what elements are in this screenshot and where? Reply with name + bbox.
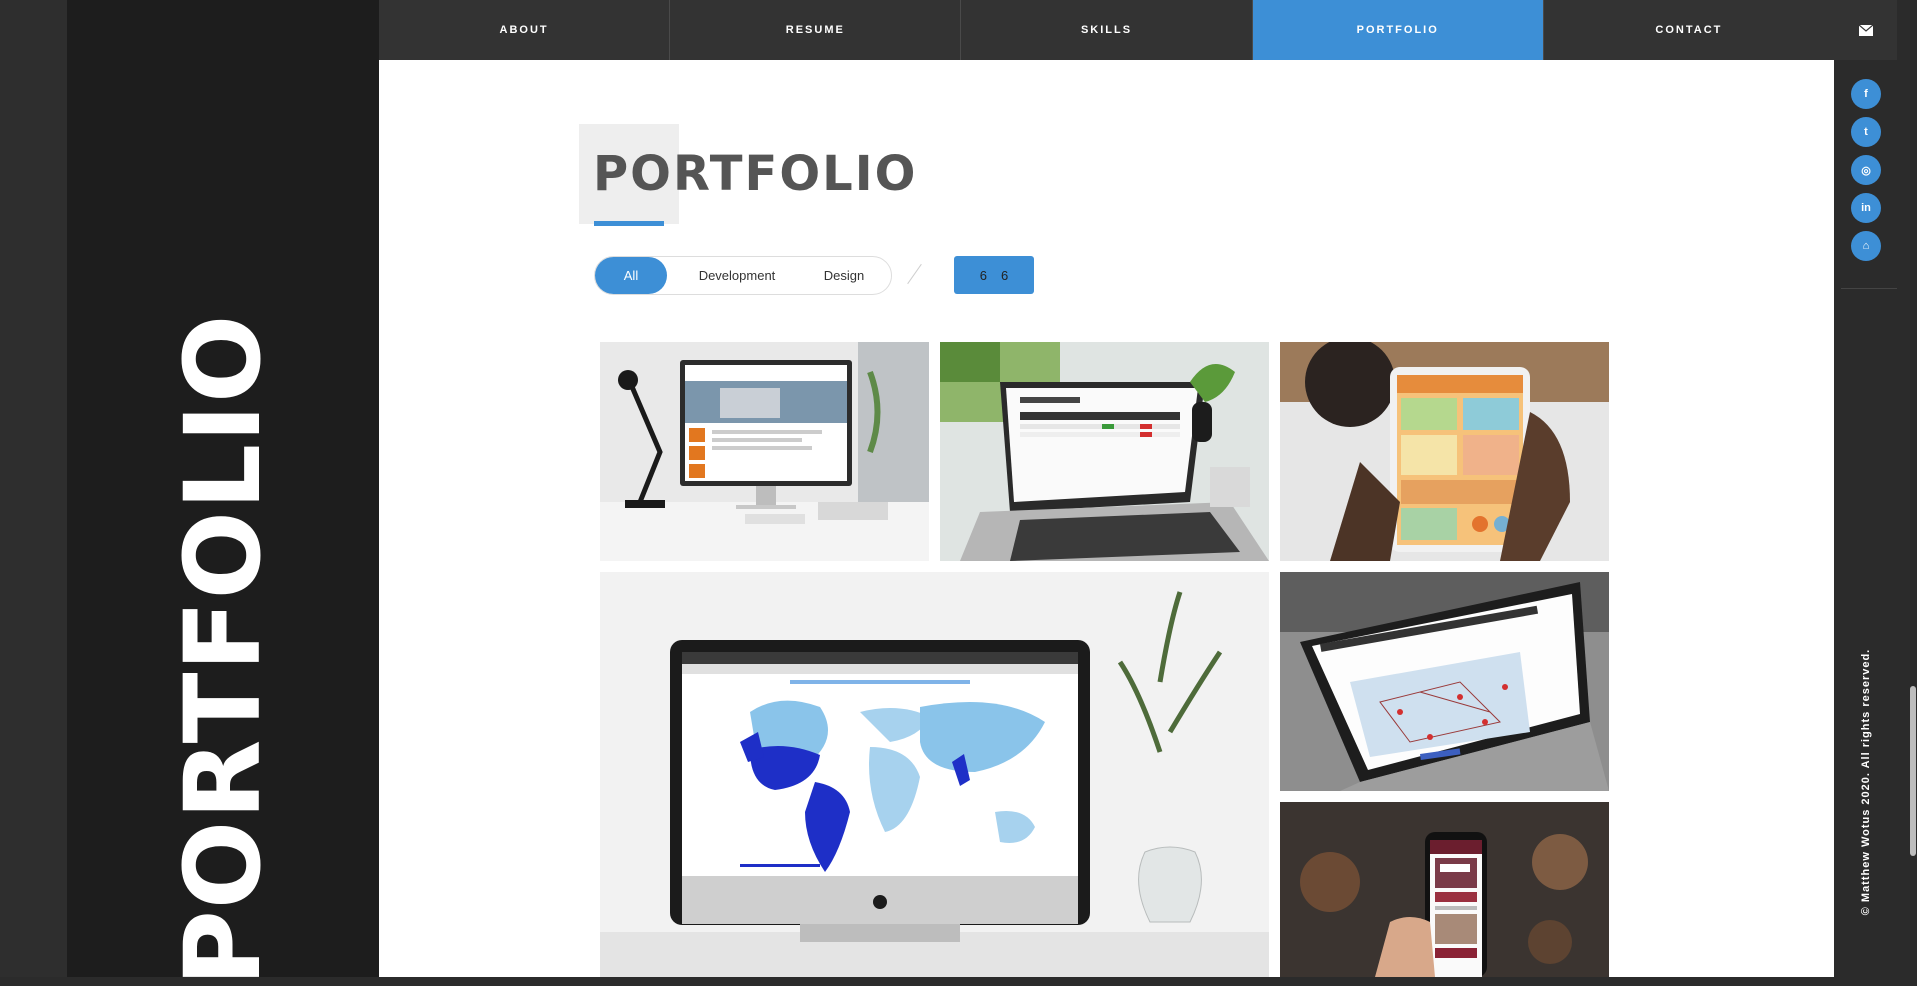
portfolio-item-student-grade-table[interactable] (940, 342, 1269, 561)
counter-current: 6 (979, 267, 987, 283)
portfolio-filter-group: All Development Design (594, 256, 892, 295)
item-counter: 6 6 (954, 256, 1034, 294)
filter-all[interactable]: All (595, 257, 667, 294)
mobile-website-on-phone-image (1280, 802, 1609, 977)
nav-about[interactable]: ABOUT (379, 0, 671, 60)
portfolio-item-capitol-website[interactable] (600, 342, 929, 561)
capitol-website-on-desktop-image (600, 342, 929, 561)
envelope-icon (1858, 24, 1873, 36)
scrollbar-thumb[interactable] (1910, 686, 1916, 856)
nav-portfolio[interactable]: PORTFOLIO (1252, 0, 1544, 60)
infographic-on-tablet-image (1280, 342, 1609, 561)
portfolio-item-mobile-website[interactable] (1280, 802, 1609, 977)
title-underline (594, 221, 664, 226)
filter-design[interactable]: Design (801, 257, 887, 294)
portfolio-item-campaign-travel-map[interactable] (1280, 572, 1609, 791)
instagram-icon[interactable]: ◎ (1851, 155, 1881, 185)
page-title: PORTFOLIO (593, 146, 918, 202)
facebook-icon[interactable]: f (1851, 79, 1881, 109)
side-vertical-title: PORTFOLIO (162, 313, 284, 986)
student-grade-table-on-laptop-image (940, 342, 1269, 561)
github-icon[interactable]: ⌂ (1851, 231, 1881, 261)
nav-resume[interactable]: RESUME (670, 0, 962, 60)
twitter-icon[interactable]: t (1851, 117, 1881, 147)
linkedin-icon[interactable]: in (1851, 193, 1881, 223)
filter-development[interactable]: Development (675, 257, 799, 294)
portfolio-item-world-map-dashboard[interactable] (600, 572, 1269, 977)
nav-contact[interactable]: CONTACT (1544, 0, 1834, 60)
divider-slash (907, 263, 922, 285)
nav-skills[interactable]: SKILLS (961, 0, 1253, 60)
main-content: PORTFOLIO All Development Design 6 6 (379, 60, 1834, 977)
left-edge-strip (0, 0, 67, 977)
campaign-travel-map-on-laptop-image (1280, 572, 1609, 791)
counter-total: 6 (1001, 267, 1009, 283)
top-navigation: ABOUT RESUME SKILLS PORTFOLIO CONTACT (379, 0, 1834, 60)
portfolio-item-infographic[interactable] (1280, 342, 1609, 561)
social-divider (1841, 288, 1897, 289)
right-social-bar: f t ◎ in ⌂ © Matthew Wotus 2020. All rig… (1834, 0, 1917, 977)
mail-button[interactable] (1834, 0, 1897, 60)
copyright-text: © Matthew Wotus 2020. All rights reserve… (1860, 648, 1872, 916)
world-map-dashboard-on-imac-image (600, 572, 1269, 977)
